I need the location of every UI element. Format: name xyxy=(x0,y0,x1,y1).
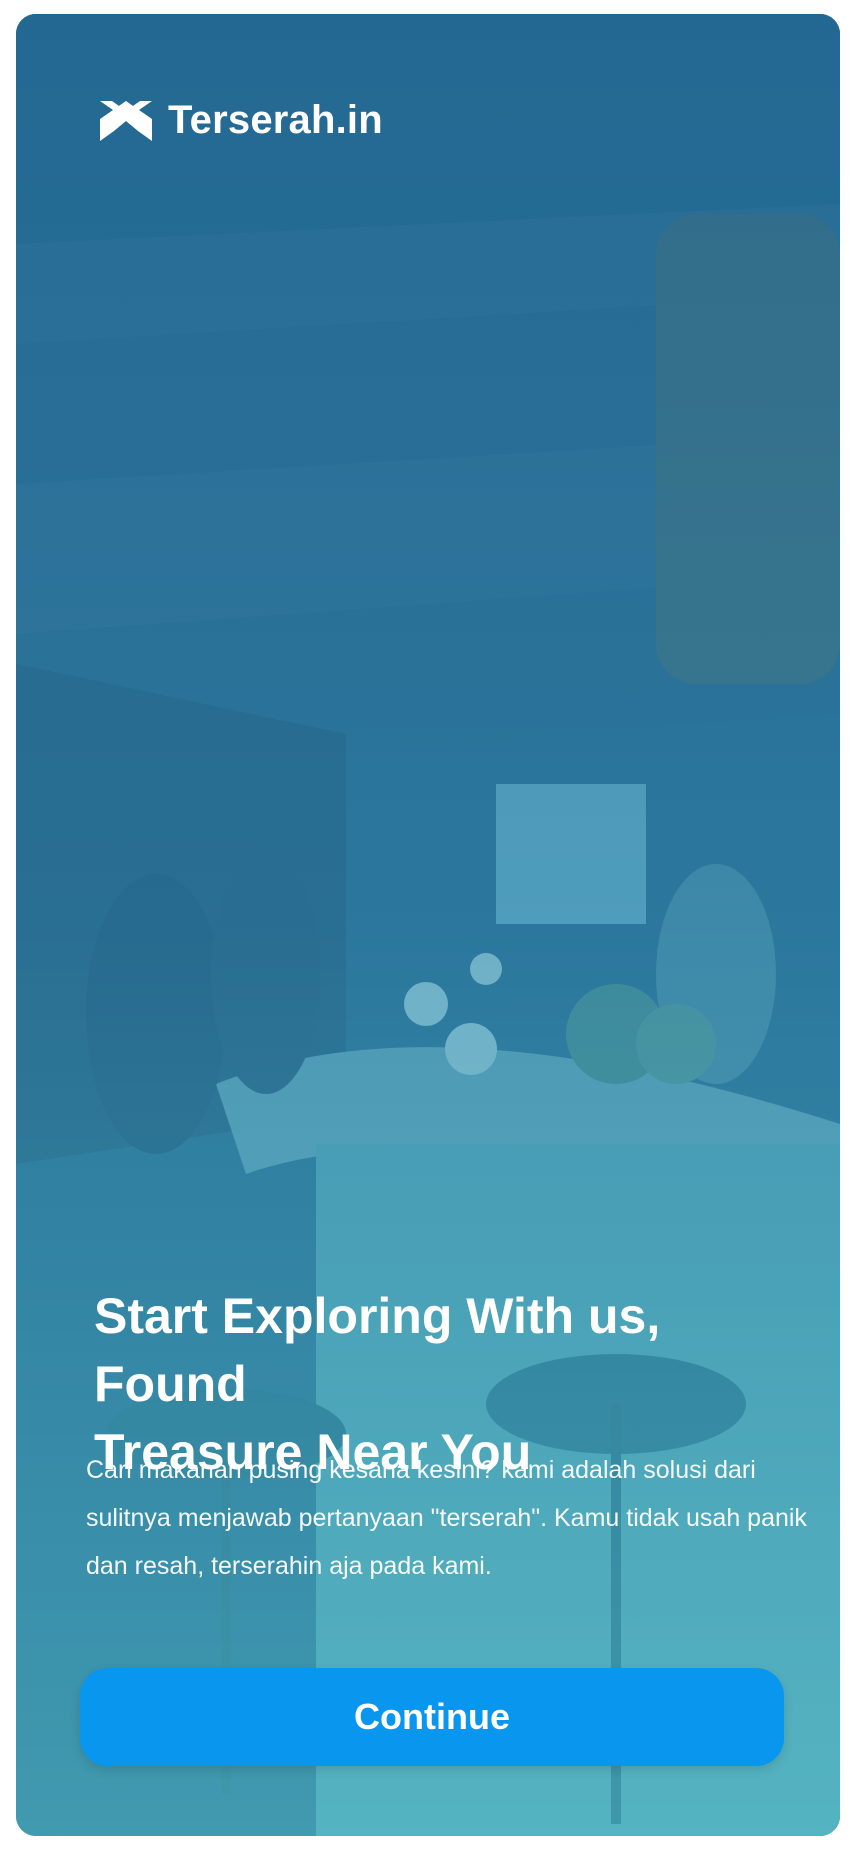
onboarding-card: Terserah.in Start Exploring With us, Fou… xyxy=(16,14,840,1836)
continue-button[interactable]: Continue xyxy=(80,1668,784,1766)
chevron-house-logo-icon xyxy=(100,100,152,141)
brand-name: Terserah.in xyxy=(168,98,383,142)
headline-line-1: Start Exploring With us, Found xyxy=(94,1288,661,1412)
onboarding-description: Cari makanan pusing kesana kesini? kami … xyxy=(86,1456,807,1580)
app-header: Terserah.in xyxy=(98,98,383,143)
